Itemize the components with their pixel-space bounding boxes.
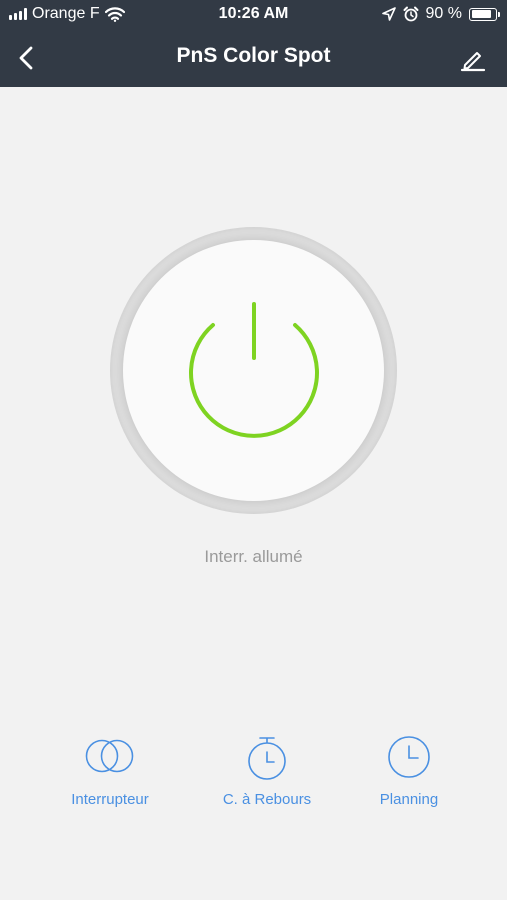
- stopwatch-icon: [248, 737, 286, 780]
- status-bar: Orange F 10:26 AM 90 %: [0, 0, 507, 30]
- switch-tab[interactable]: Interrupteur: [45, 735, 175, 815]
- clock-icon: [388, 736, 430, 778]
- countdown-tab[interactable]: C. à Rebours: [202, 735, 332, 815]
- pencil-icon: [460, 52, 486, 72]
- app-screen: Orange F 10:26 AM 90 % PnS Color Spot In…: [0, 0, 507, 900]
- header: Orange F 10:26 AM 90 % PnS Color Spot: [0, 0, 507, 87]
- toggle-circles-icon: [85, 739, 134, 773]
- status-right: 90 %: [381, 5, 500, 23]
- alarm-clock-icon: [403, 6, 419, 22]
- countdown-tab-label: C. à Rebours: [222, 791, 312, 808]
- nav-bar: PnS Color Spot: [0, 30, 507, 87]
- switch-tab-label: Interrupteur: [71, 791, 149, 808]
- schedule-tab[interactable]: Planning: [344, 735, 474, 815]
- power-state-label: Interr. allumé: [204, 547, 303, 566]
- battery-icon: [469, 7, 500, 21]
- schedule-tab-label: Planning: [379, 791, 439, 808]
- power-icon: [189, 302, 319, 438]
- location-arrow-icon: [381, 7, 396, 21]
- battery-fill: [471, 10, 492, 18]
- battery-percent: 90 %: [425, 5, 462, 22]
- edit-button[interactable]: [459, 45, 487, 73]
- page-title: PnS Color Spot: [176, 44, 331, 67]
